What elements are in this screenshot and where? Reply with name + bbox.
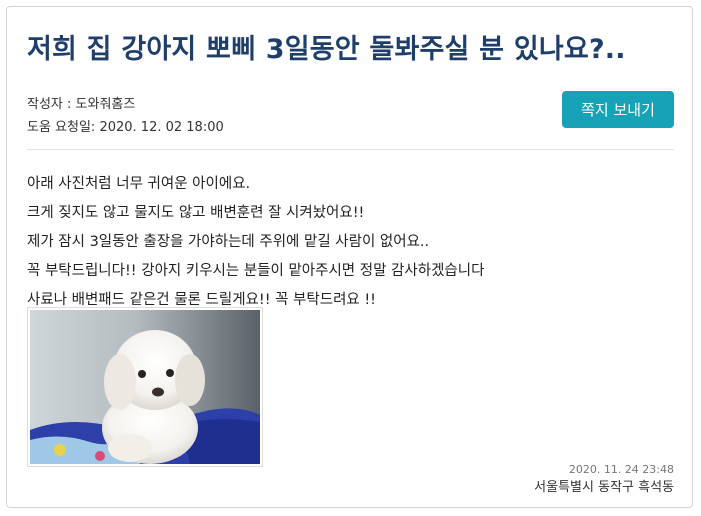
body-line: 아래 사진처럼 너무 귀여운 아이에요. bbox=[27, 176, 251, 192]
dog-photo bbox=[27, 307, 263, 467]
body-line: 제가 잠시 3일동안 출장을 가야하는데 주위에 맡길 사람이 없어요.. bbox=[27, 234, 430, 250]
location: 서울특별시 동작구 흑석동 bbox=[534, 480, 674, 495]
post-card: 저희 집 강아지 뽀삐 3일동안 돌봐주실 분 있나요?.. 작성자 : 도와줘… bbox=[6, 6, 693, 508]
request-date-line: 도움 요청일: 2020. 12. 02 18:00 bbox=[27, 120, 224, 135]
post-title: 저희 집 강아지 뽀삐 3일동안 돌봐주실 분 있나요?.. bbox=[27, 34, 626, 65]
post-meta: 작성자 : 도와줘홈즈 도움 요청일: 2020. 12. 02 18:00 bbox=[27, 93, 224, 139]
send-message-button[interactable]: 쪽지 보내기 bbox=[562, 91, 674, 128]
divider bbox=[27, 149, 674, 150]
posted-date: 2020. 11. 24 23:48 bbox=[568, 463, 674, 476]
post-footer: 2020. 11. 24 23:48 서울특별시 동작구 흑석동 bbox=[534, 462, 674, 498]
body-line: 크게 짖지도 않고 물지도 않고 배변훈련 잘 시켜놨어요!! bbox=[27, 205, 365, 221]
body-line: 꼭 부탁드립니다!! 강아지 키우시는 분들이 맡아주시면 정말 감사하겠습니다 bbox=[27, 263, 485, 279]
dog-photo-image bbox=[30, 310, 260, 464]
author-line: 작성자 : 도와줘홈즈 bbox=[27, 97, 136, 112]
post-body: 아래 사진처럼 너무 귀여운 아이에요. 크게 짖지도 않고 물지도 않고 배변… bbox=[27, 170, 484, 315]
